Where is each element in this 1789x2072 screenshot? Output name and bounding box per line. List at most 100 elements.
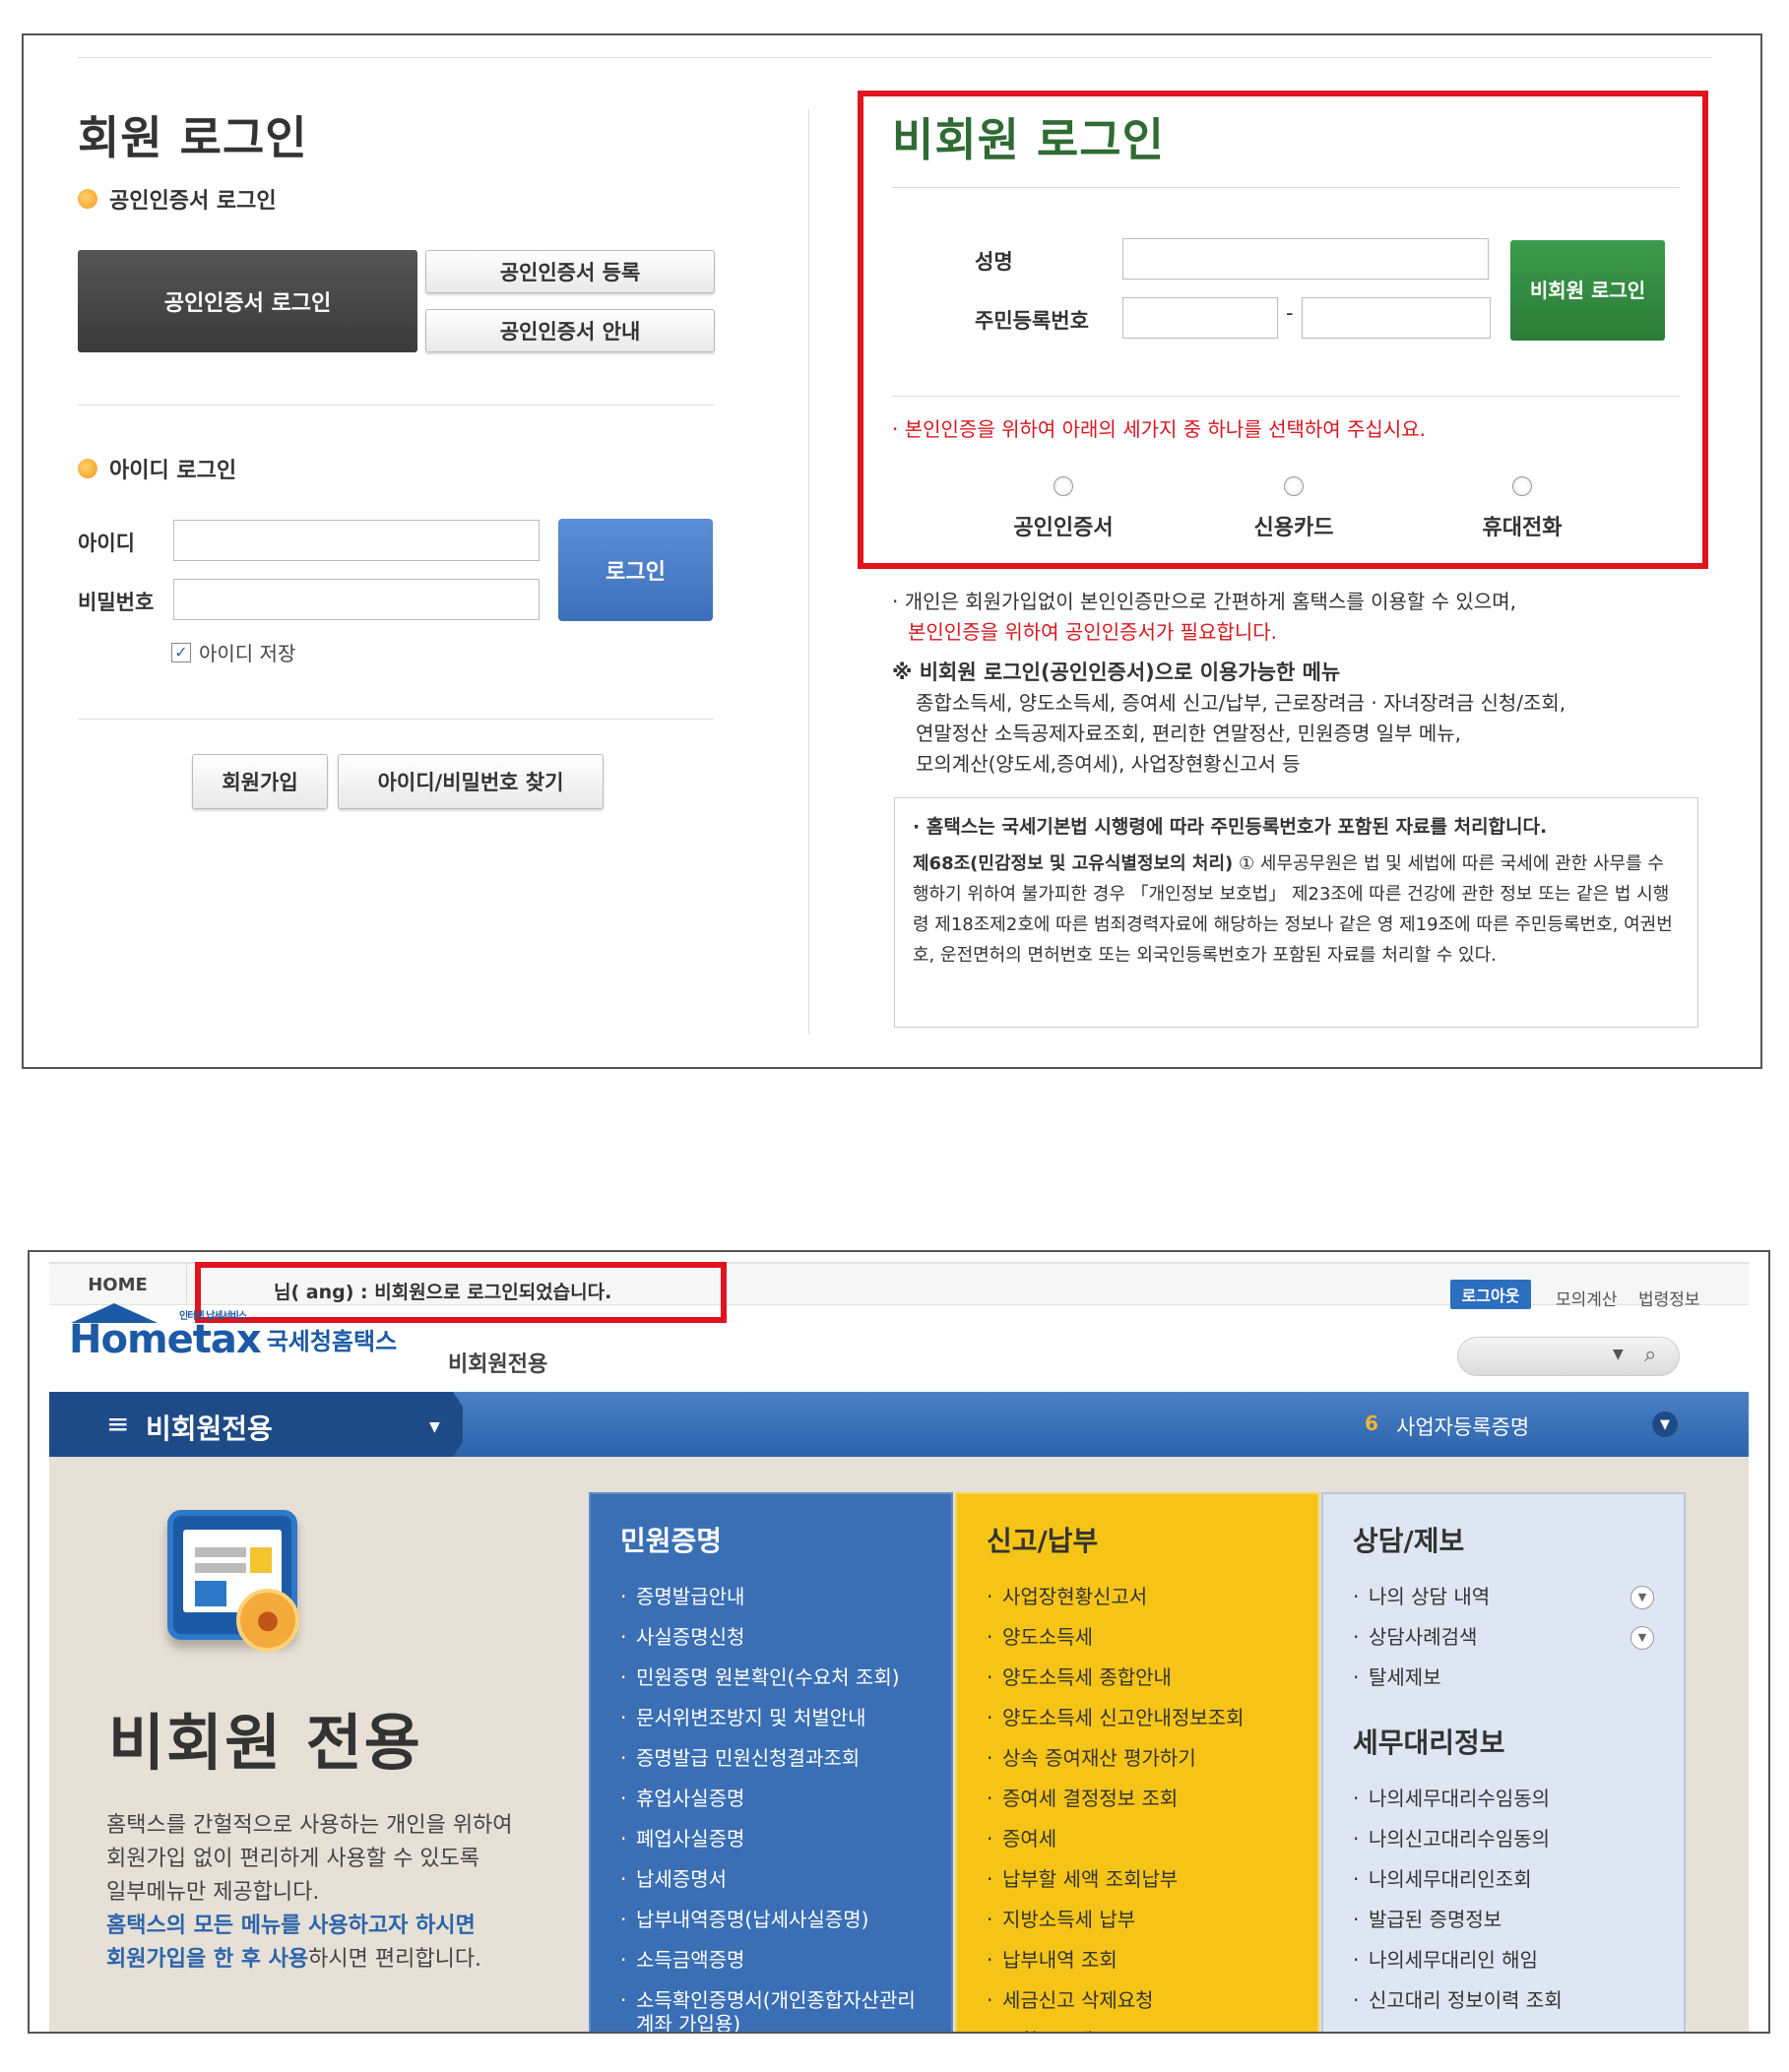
menu-column-title: 상담/제보 [1353, 1525, 1465, 1557]
menu-item[interactable]: 납부내역 조회 [987, 1940, 1288, 1980]
menu-item[interactable]: 증명발급안내 [620, 1577, 922, 1617]
menu-column-title: 신고/납부 [987, 1525, 1099, 1557]
menu-item[interactable]: 사업장현황신고서 [987, 1577, 1288, 1617]
bullet-icon [78, 459, 97, 478]
ticker-number: 6 [1365, 1412, 1378, 1435]
user-icon: ● [236, 1589, 299, 1652]
info-line-2: 본인인증을 위하여 공인인증서가 필요합니다. [908, 620, 1278, 644]
chevron-down-icon[interactable]: ▼ [1630, 1625, 1654, 1650]
auth-option-certificate[interactable]: 공인인증서 [965, 476, 1162, 541]
radio-mobile[interactable] [1512, 476, 1532, 496]
menu-item[interactable]: 납세증명서 [620, 1859, 922, 1900]
menu-item[interactable]: 소득금액증명 [620, 1940, 922, 1980]
law-info-link[interactable]: 법령정보 [1638, 1286, 1700, 1310]
menu-item[interactable]: 종합소득세 [987, 2021, 1288, 2032]
find-id-password-button[interactable]: 아이디/비밀번호 찾기 [338, 754, 604, 809]
save-id-label: 아이디 저장 [199, 642, 296, 665]
menu-column-certificates: 민원증명 증명발급안내 사실증명신청 민원증명 원본확인(수요처 조회) 문서위… [589, 1492, 953, 2032]
search-icon[interactable]: ⌕ [1644, 1343, 1656, 1367]
menu-item[interactable]: 납부할 세액 조회납부 [987, 1859, 1288, 1900]
menu-item[interactable]: 탈세제보 [1353, 1658, 1654, 1698]
cert-login-button[interactable]: 공인인증서 로그인 [78, 250, 417, 352]
name-input[interactable] [1122, 238, 1489, 280]
menu-item[interactable]: 증여세 결정정보 조회 [987, 1779, 1288, 1819]
id-login-heading: 아이디 로그인 [78, 453, 236, 484]
top-divider [78, 57, 1711, 58]
auth-select-note: · 본인인증을 위하여 아래의 세가지 중 하나를 선택하여 주십시요. [892, 417, 1426, 441]
ticker-item[interactable]: 사업자등록증명 [1396, 1412, 1529, 1441]
menu-list: 나의 상담 내역 ▼ 상담사례검색 ▼ 탈세제보 [1353, 1577, 1654, 1698]
logout-button[interactable]: 로그아웃 [1450, 1280, 1531, 1309]
menu-item[interactable]: 나의 상담 내역 ▼ [1353, 1577, 1654, 1617]
cert-register-button[interactable]: 공인인증서 등록 [425, 250, 715, 293]
menu-item[interactable]: 나의신고대리수임동의 [1353, 1819, 1654, 1859]
menu-item[interactable]: 소득확인증명서(개인종합자산관리계좌 가입용) [620, 1980, 922, 2032]
column-divider [808, 109, 809, 1035]
menu-item-label: 탈세제보 [1369, 1665, 1441, 1689]
logo-tagline: 인터넷 납세서비스 [179, 1311, 247, 1322]
menu-item-label: 나의 상담 내역 [1369, 1585, 1491, 1608]
radio-credit-card[interactable] [1284, 476, 1304, 496]
menu-item[interactable]: 나의세무대리인조회 [1353, 1859, 1654, 1900]
menu-list: 사업장현황신고서 양도소득세 양도소득세 종합안내 양도소득세 신고안내정보조회… [987, 1577, 1288, 2032]
hamburger-menu-icon[interactable]: ≡ [106, 1408, 129, 1440]
menu-item[interactable]: 양도소득세 종합안내 [987, 1658, 1288, 1698]
cert-guide-button[interactable]: 공인인증서 안내 [425, 309, 715, 352]
bullet-icon [78, 189, 97, 209]
login-status-notice: 님( ang) : 비회원으로 로그인되었습니다. [274, 1282, 612, 1303]
nav-selected-menu[interactable]: 비회원전용 [146, 1408, 273, 1447]
rrn-back-input[interactable] [1302, 297, 1491, 339]
id-input[interactable] [173, 520, 540, 561]
menu-item[interactable]: 폐업사실증명 [620, 1819, 922, 1859]
menu-column-filing-payment: 신고/납부 사업장현황신고서 양도소득세 양도소득세 종합안내 양도소득세 신고… [955, 1492, 1319, 2032]
save-id-row[interactable]: ✓ 아이디 저장 [171, 638, 295, 666]
page-title: 비회원 전용 [108, 1707, 422, 1779]
simulation-link[interactable]: 모의계산 [1556, 1286, 1618, 1310]
auth-option-credit-card-label: 신용카드 [1253, 516, 1334, 540]
menu-item[interactable]: 사실증명신청 [620, 1617, 922, 1658]
menu-item[interactable]: 휴업사실증명 [620, 1779, 922, 1819]
password-input[interactable] [173, 579, 540, 620]
menu-item[interactable]: 나의세무대리인 해임 [1353, 1940, 1654, 1980]
menu-item[interactable]: 증명발급 민원신청결과조회 [620, 1738, 922, 1779]
menu-item[interactable]: 신고대리 정보이력 조회 [1353, 1980, 1654, 2021]
auth-option-mobile[interactable]: 휴대전화 [1424, 476, 1621, 541]
available-menu-heading: ※ 비회원 로그인(공인인증서)으로 이용가능한 메뉴 [892, 660, 1341, 684]
available-menu-info: ※ 비회원 로그인(공인인증서)으로 이용가능한 메뉴 종합소득세, 양도소득세… [892, 658, 1565, 780]
menu-item[interactable]: 민원증명 원본확인(수요처 조회) [620, 1658, 922, 1698]
main-navbar: ≡ 비회원전용 ▼ 6 사업자등록증명 ▼ [49, 1392, 1749, 1457]
info-note: · 개인은 회원가입없이 본인인증만으로 간편하게 홈택스를 이용할 수 있으며… [892, 587, 1516, 648]
menu-item[interactable]: 발급된 증명정보 [1353, 1900, 1654, 1940]
hometax-logo[interactable]: 인터넷 납세서비스 Hometax 국세청홈택스 [69, 1303, 397, 1362]
menu-item[interactable]: 세금신고 삭제요청 [987, 1980, 1288, 2021]
nonmember-login-button[interactable]: 비회원 로그인 [1510, 240, 1665, 341]
radio-certificate[interactable] [1054, 476, 1073, 496]
menu-item[interactable]: 상담사례검색 ▼ [1353, 1617, 1654, 1658]
menu-item[interactable]: 납부내역증명(납세사실증명) [620, 1900, 922, 1940]
signup-button[interactable]: 회원가입 [192, 754, 328, 809]
chevron-down-icon[interactable]: ▼ [429, 1419, 440, 1435]
chevron-down-icon[interactable]: ▼ [1652, 1412, 1678, 1437]
description-line: 회원가입을 한 후 사용하시면 편리합니다. [106, 1943, 513, 1977]
login-button[interactable]: 로그인 [558, 519, 713, 621]
name-label: 성명 [975, 250, 1013, 274]
menu-item-label: 나의세무대리인조회 [1369, 1867, 1532, 1891]
menu-item-label: 나의세무대리인 해임 [1369, 1948, 1538, 1972]
menu-item[interactable]: 문서위변조방지 및 처벌안내 [620, 1698, 922, 1738]
hometax-nonmember-page: HOME 로그아웃 모의계산 법령정보 님( ang) : 비회원으로 로그인되… [28, 1250, 1770, 2034]
menu-item[interactable]: 지방소득세 납부 [987, 1900, 1288, 1940]
chevron-down-icon[interactable]: ▼ [1630, 1585, 1654, 1609]
menu-item[interactable]: 나의세무대리수임동의 [1353, 1779, 1654, 1819]
logo-wordmark: Hometax [69, 1317, 262, 1362]
home-link[interactable]: HOME [49, 1264, 187, 1305]
menu-item[interactable]: 양도소득세 [987, 1617, 1288, 1658]
save-id-checkbox[interactable]: ✓ [171, 642, 191, 662]
chevron-down-icon[interactable]: ▼ [1613, 1347, 1624, 1362]
menu-item[interactable]: 양도소득세 신고안내정보조회 [987, 1698, 1288, 1738]
site-subtitle: 비회원전용 [448, 1352, 548, 1377]
auth-option-credit-card[interactable]: 신용카드 [1195, 476, 1392, 541]
description-highlight: 회원가입을 한 후 사용 [106, 1947, 309, 1972]
rrn-front-input[interactable] [1122, 297, 1278, 339]
menu-item[interactable]: 상속 증여재산 평가하기 [987, 1738, 1288, 1779]
menu-item[interactable]: 증여세 [987, 1819, 1288, 1859]
